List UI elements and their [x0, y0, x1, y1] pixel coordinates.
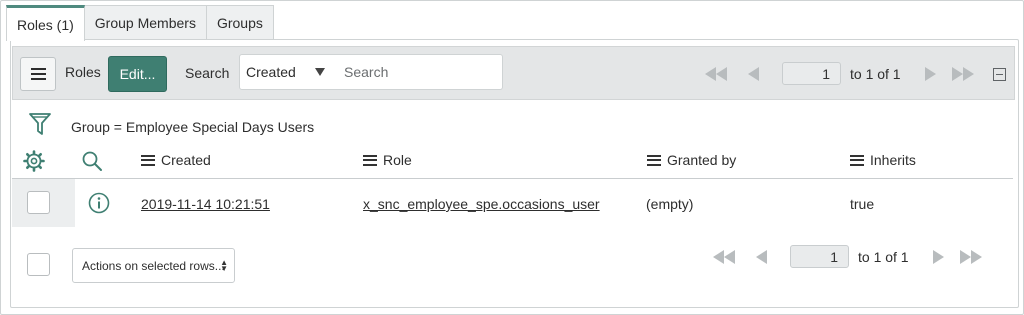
- column-label: Role: [383, 152, 412, 168]
- next-page-icon[interactable]: [933, 250, 944, 264]
- column-label: Inherits: [870, 152, 916, 168]
- column-header-created[interactable]: Created: [141, 152, 211, 168]
- search-field-select[interactable]: Created: [239, 54, 335, 90]
- search-icon[interactable]: [81, 150, 103, 175]
- column-menu-icon[interactable]: [850, 154, 864, 166]
- caret-down-icon: [315, 68, 325, 76]
- column-header-granted-by[interactable]: Granted by: [647, 152, 736, 168]
- column-menu-icon[interactable]: [363, 154, 377, 166]
- search-label: Search: [185, 65, 230, 81]
- up-down-arrows-icon: ▲ ▼: [220, 258, 228, 273]
- info-icon[interactable]: [88, 192, 110, 217]
- edit-button[interactable]: Edit...: [108, 56, 167, 92]
- actions-select[interactable]: Actions on selected rows... ▲ ▼: [72, 248, 235, 283]
- tab-groups[interactable]: Groups: [205, 5, 274, 40]
- first-page-icon[interactable]: [705, 67, 727, 81]
- header-divider: [12, 178, 1013, 179]
- page-range-text: to 1 of 1: [858, 249, 909, 265]
- tab-roles[interactable]: Roles (1): [6, 5, 85, 41]
- related-list-tabs: Roles (1) Group Members Groups: [6, 5, 274, 41]
- search-input[interactable]: Search: [334, 54, 503, 90]
- select-all-checkbox[interactable]: [27, 253, 50, 276]
- inherits-value: true: [850, 196, 875, 212]
- first-page-icon[interactable]: [713, 250, 735, 264]
- search-placeholder: Search: [344, 64, 389, 80]
- roles-list-panel: Roles Edit... Search Created Search 1 to…: [10, 39, 1019, 308]
- column-menu-icon[interactable]: [141, 154, 155, 166]
- filter-breadcrumb[interactable]: Group = Employee Special Days Users: [71, 119, 314, 135]
- page-number-input[interactable]: 1: [782, 62, 841, 85]
- gear-icon[interactable]: [23, 150, 45, 175]
- tab-group-members[interactable]: Group Members: [83, 5, 207, 40]
- hamburger-icon: [30, 68, 46, 80]
- page-number-input[interactable]: 1: [790, 245, 849, 268]
- search-field-value: Created: [246, 64, 296, 80]
- collapse-icon[interactable]: [993, 68, 1006, 81]
- filter-icon[interactable]: [29, 112, 51, 139]
- role-link[interactable]: x_snc_employee_spe.occasions_user: [363, 196, 600, 212]
- column-label: Created: [161, 152, 211, 168]
- column-header-inherits[interactable]: Inherits: [850, 152, 916, 168]
- page-range-text: to 1 of 1: [850, 66, 901, 82]
- column-header-role[interactable]: Role: [363, 152, 412, 168]
- list-menu-button[interactable]: [20, 57, 56, 91]
- row-checkbox[interactable]: [27, 191, 50, 214]
- next-page-icon[interactable]: [925, 67, 936, 81]
- column-label: Granted by: [667, 152, 737, 168]
- granted-by-value: (empty): [646, 196, 694, 212]
- column-menu-icon[interactable]: [647, 154, 661, 166]
- last-page-icon[interactable]: [960, 250, 982, 264]
- actions-select-value: Actions on selected rows...: [82, 258, 225, 273]
- list-title: Roles: [65, 64, 101, 80]
- previous-page-icon[interactable]: [756, 250, 767, 264]
- last-page-icon[interactable]: [952, 67, 974, 81]
- previous-page-icon[interactable]: [748, 67, 759, 81]
- created-link[interactable]: 2019-11-14 10:21:51: [141, 196, 270, 212]
- list-toolbar: Roles Edit... Search Created Search 1 to…: [12, 46, 1015, 100]
